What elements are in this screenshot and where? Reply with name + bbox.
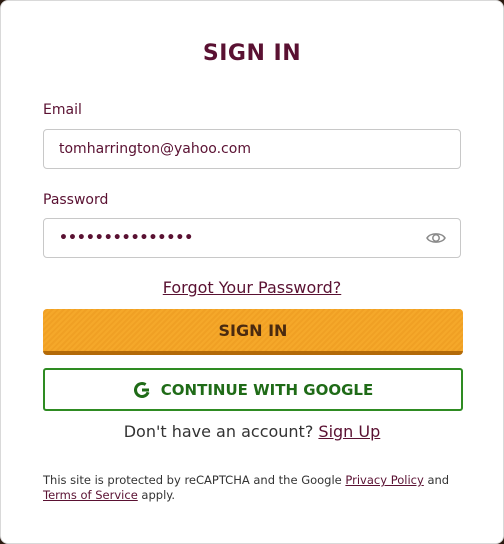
sign-in-button-label: SIGN IN — [218, 320, 288, 340]
google-button-label: CONTINUE WITH GOOGLE — [160, 380, 374, 399]
privacy-policy-link[interactable]: Privacy Policy — [345, 473, 423, 487]
continue-with-google-button[interactable]: CONTINUE WITH GOOGLE — [43, 368, 463, 411]
password-field[interactable]: ••••••••••••••• — [43, 218, 461, 258]
forgot-password-link[interactable]: Forgot Your Password? — [1, 278, 503, 297]
password-label: Password — [43, 192, 109, 208]
password-value: ••••••••••••••• — [59, 230, 194, 246]
page-title: SIGN IN — [202, 41, 302, 66]
terms-of-service-link[interactable]: Terms of Service — [43, 488, 138, 502]
google-icon — [133, 381, 150, 398]
eye-icon[interactable] — [426, 230, 446, 246]
email-label: Email — [43, 102, 82, 118]
legal-prefix: This site is protected by reCAPTCHA and … — [43, 473, 342, 487]
signup-prompt: Don't have an account? Sign Up — [1, 422, 503, 441]
recaptcha-notice: This site is protected by reCAPTCHA and … — [43, 473, 463, 503]
email-value: tomharrington@yahoo.com — [59, 141, 251, 157]
signup-prompt-text: Don't have an account? — [123, 422, 314, 441]
legal-suffix: apply. — [141, 488, 176, 502]
sign-up-link[interactable]: Sign Up — [318, 422, 380, 441]
email-field[interactable]: tomharrington@yahoo.com — [43, 129, 461, 169]
sign-in-modal: SIGN IN Email tomharrington@yahoo.com Pa… — [0, 0, 504, 544]
forgot-password-label: Forgot Your Password? — [162, 278, 342, 297]
legal-and: and — [427, 473, 450, 487]
sign-in-button[interactable]: SIGN IN — [43, 309, 463, 355]
